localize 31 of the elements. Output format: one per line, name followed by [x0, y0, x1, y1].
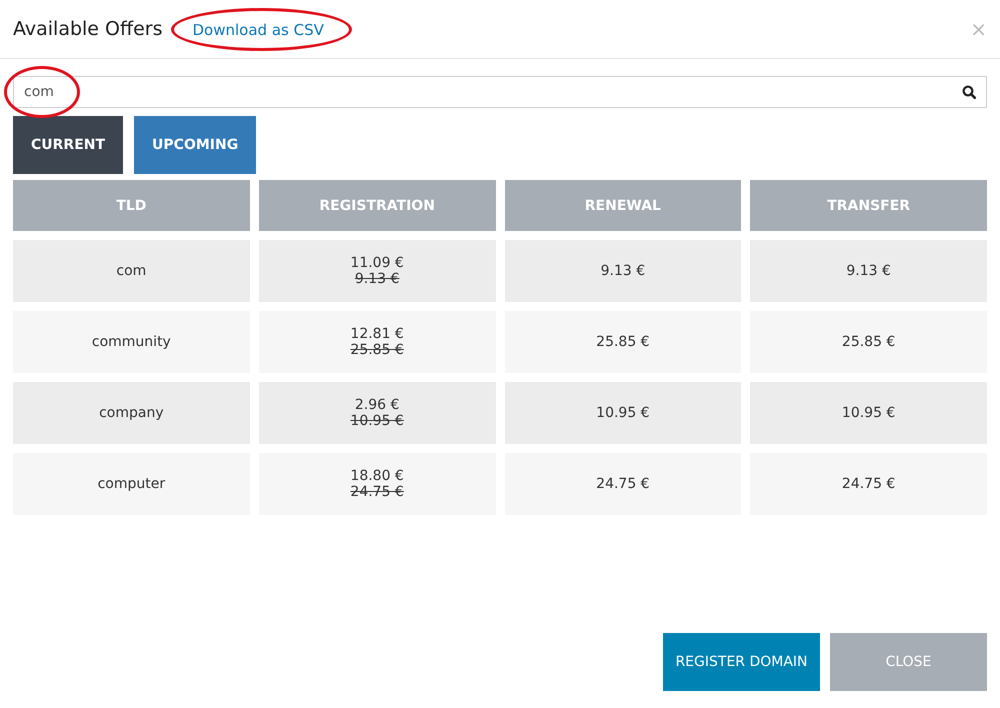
column-header: TLD: [13, 180, 250, 231]
registration-price: 11.09 €: [350, 255, 404, 271]
column-header: RENEWAL: [504, 180, 742, 231]
column-header: TRANSFER: [750, 180, 987, 231]
tld-cell: computer: [13, 453, 250, 515]
old-price: 9.13 €: [354, 271, 400, 287]
transfer-cell: 25.85 €: [750, 311, 987, 373]
registration-price: 2.96 €: [354, 397, 400, 413]
renewal-cell: 25.85 €: [504, 311, 742, 373]
transfer-cell: 9.13 €: [750, 240, 987, 302]
tab[interactable]: CURRENT: [13, 116, 124, 174]
tld-cell: community: [13, 311, 250, 373]
transfer-cell: 10.95 €: [750, 382, 987, 444]
old-price: 24.75 €: [350, 484, 404, 500]
tld-cell: com: [13, 240, 250, 302]
dialog-title: Available Offers: [13, 18, 162, 40]
old-price: 25.85 €: [350, 342, 404, 358]
old-price: 10.95 €: [350, 413, 404, 429]
search-field[interactable]: com: [13, 76, 987, 108]
renewal-cell: 10.95 €: [504, 382, 742, 444]
download-csv-link[interactable]: Download as CSV: [192, 20, 324, 38]
registration-price: 18.80 €: [350, 468, 404, 484]
register-domain-button[interactable]: REGISTER DOMAIN: [663, 633, 820, 691]
renewal-cell: 9.13 €: [504, 240, 742, 302]
search-icon[interactable]: [962, 85, 976, 99]
tld-cell: company: [13, 382, 250, 444]
registration-price: 12.81 €: [350, 326, 404, 342]
renewal-cell: 24.75 €: [504, 453, 742, 515]
transfer-cell: 24.75 €: [750, 453, 987, 515]
tab[interactable]: UPCOMING: [134, 116, 256, 174]
column-header: REGISTRATION: [258, 180, 496, 231]
